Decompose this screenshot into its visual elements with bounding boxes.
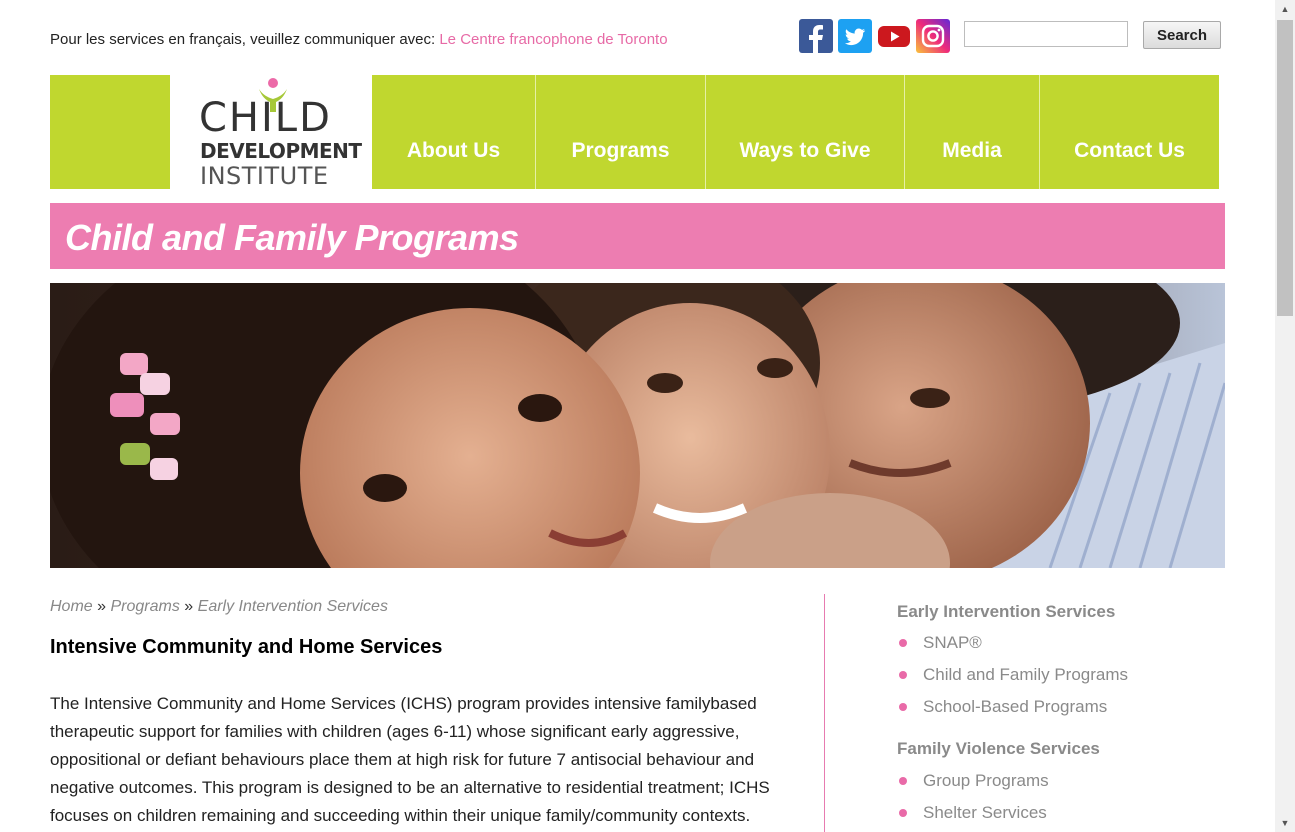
search-input[interactable] (964, 21, 1128, 47)
breadcrumb: Home » Programs » Early Intervention Ser… (50, 598, 388, 616)
nav-ways-to-give[interactable]: Ways to Give (706, 75, 905, 189)
bullet-icon (899, 671, 907, 679)
sidebar-item-group-programs[interactable]: Group Programs (897, 771, 1049, 791)
youtube-icon[interactable] (877, 19, 911, 53)
francophone-centre-link[interactable]: Le Centre francophone de Toronto (439, 31, 667, 48)
nav-left-spacer (50, 75, 170, 189)
bullet-icon (899, 639, 907, 647)
sidebar-item-label: Group Programs (923, 771, 1049, 790)
logo-line-institute: INSTITUTE (200, 162, 329, 190)
bullet-icon (899, 809, 907, 817)
page-title: Child and Family Programs (65, 217, 519, 258)
child-development-institute-logo[interactable]: CHILD DEVELOPMENT INSTITUTE (170, 75, 372, 190)
sidebar-heading-family-violence[interactable]: Family Violence Services (897, 739, 1100, 759)
breadcrumb-current: Early Intervention Services (197, 598, 388, 615)
sidebar-item-snap[interactable]: SNAP® (897, 633, 982, 653)
bullet-icon (899, 777, 907, 785)
content-heading: Intensive Community and Home Services (50, 636, 443, 658)
family-hero-photo (50, 283, 1225, 568)
sidebar-heading-early-intervention[interactable]: Early Intervention Services (897, 602, 1115, 622)
main-nav: About Us Programs Ways to Give Media Con… (372, 75, 1219, 189)
scroll-up-arrow-icon[interactable]: ▲ (1275, 0, 1295, 18)
bullet-icon (899, 703, 907, 711)
sidebar-item-label: SNAP® (923, 633, 982, 652)
french-services-notice: Pour les services en français, veuillez … (50, 31, 668, 48)
breadcrumb-programs[interactable]: Programs (110, 598, 179, 615)
twitter-icon[interactable] (838, 19, 872, 53)
search-button[interactable]: Search (1143, 21, 1221, 49)
facebook-icon[interactable] (799, 19, 833, 53)
nav-programs[interactable]: Programs (536, 75, 706, 189)
nav-contact-us[interactable]: Contact Us (1040, 75, 1219, 189)
content-sidebar-divider (824, 594, 825, 832)
scrollbar-thumb[interactable] (1277, 20, 1293, 316)
sidebar-item-label: Child and Family Programs (923, 665, 1129, 684)
sidebar-item-label: Shelter Services (923, 803, 1047, 822)
logo-line-development: DEVELOPMENT (200, 139, 362, 163)
scroll-down-arrow-icon[interactable]: ▼ (1275, 814, 1295, 832)
sidebar-item-shelter-services[interactable]: Shelter Services (897, 803, 1047, 823)
breadcrumb-home[interactable]: Home (50, 598, 93, 615)
breadcrumb-separator: » (92, 598, 111, 615)
instagram-icon[interactable] (916, 19, 950, 53)
sidebar-item-label: School-Based Programs (923, 697, 1108, 716)
breadcrumb-separator: » (179, 598, 198, 615)
content-paragraph: The Intensive Community and Home Service… (50, 694, 770, 825)
nav-about-us[interactable]: About Us (372, 75, 536, 189)
logo-line-child: CHILD (199, 95, 332, 141)
sidebar-item-school-based-programs[interactable]: School-Based Programs (897, 697, 1107, 717)
page-title-banner: Child and Family Programs (50, 203, 1225, 269)
french-notice-text: Pour les services en français, veuillez … (50, 31, 440, 48)
sidebar-item-child-family-programs[interactable]: Child and Family Programs (897, 665, 1128, 685)
vertical-scrollbar[interactable]: ▲ ▼ (1275, 0, 1295, 832)
nav-media[interactable]: Media (905, 75, 1040, 189)
